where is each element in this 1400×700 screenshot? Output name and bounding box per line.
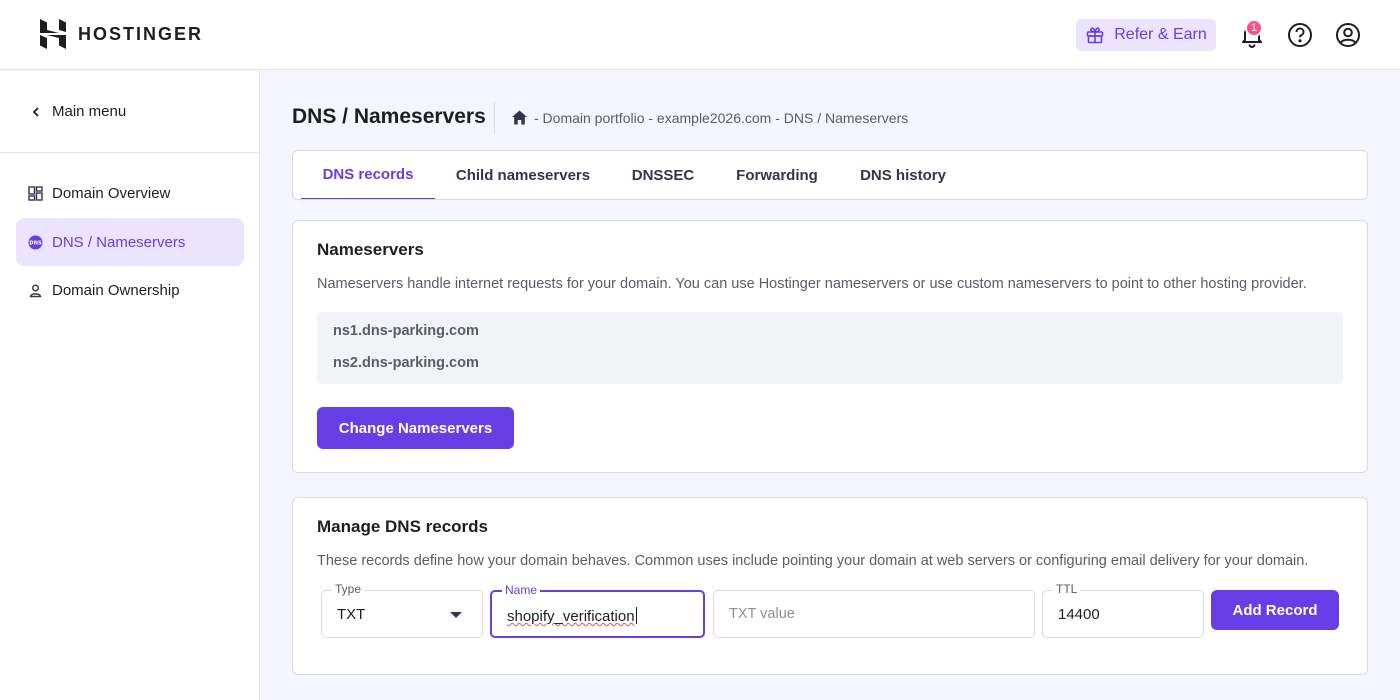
record-name-input[interactable]: Name shopify_verification xyxy=(490,583,705,638)
nameserver-1: ns1.dns-parking.com xyxy=(333,323,479,339)
nameservers-description: Nameservers handle internet requests for… xyxy=(317,276,1307,292)
brand-name: HOSTINGER xyxy=(78,23,204,44)
top-header: HOSTINGER Refer & Earn 1 xyxy=(0,0,1400,70)
gift-icon xyxy=(1086,27,1104,44)
nameservers-title: Nameservers xyxy=(317,240,424,259)
dns-icon: DNS xyxy=(28,235,43,249)
account-icon[interactable] xyxy=(1335,22,1361,48)
tab-dns-records[interactable]: DNS records xyxy=(301,151,435,199)
record-type-label: Type xyxy=(332,582,365,596)
dropdown-caret-icon xyxy=(450,612,462,618)
sidebar-item-dns-nameservers[interactable]: DNS DNS / Nameservers xyxy=(16,218,244,266)
breadcrumb: - Domain portfolio - example2026.com - D… xyxy=(511,109,908,126)
manage-dns-title: Manage DNS records xyxy=(317,517,488,536)
breadcrumb-path[interactable]: - Domain portfolio - example2026.com - D… xyxy=(534,110,908,126)
ttl-value: 14400 xyxy=(1058,606,1100,623)
notification-badge: 1 xyxy=(1245,19,1263,37)
page-title: DNS / Nameservers xyxy=(292,105,486,128)
txt-value-input[interactable]: TXT value xyxy=(713,590,1035,638)
user-icon xyxy=(29,284,42,297)
tab-dns-history[interactable]: DNS history xyxy=(845,151,961,199)
sidebar: Main menu Domain Overview DNS DNS / Name… xyxy=(0,71,260,700)
text-cursor xyxy=(635,607,637,624)
sidebar-item-domain-ownership[interactable]: Domain Ownership xyxy=(16,266,244,314)
hostinger-logo[interactable]: HOSTINGER xyxy=(40,19,203,49)
help-icon[interactable] xyxy=(1287,22,1313,48)
record-name-text: shopify_verification xyxy=(507,608,635,625)
sidebar-item-label: Domain Overview xyxy=(52,184,171,202)
tab-dnssec[interactable]: DNSSEC xyxy=(615,151,711,199)
refer-and-earn-label: Refer & Earn xyxy=(1114,26,1207,43)
nameserver-2: ns2.dns-parking.com xyxy=(333,355,479,371)
nameserver-list: ns1.dns-parking.com ns2.dns-parking.com xyxy=(317,312,1343,384)
grid-icon xyxy=(28,185,43,201)
record-name-label: Name xyxy=(502,583,541,597)
record-name-value: shopify_verification xyxy=(507,607,637,625)
sidebar-item-label: Domain Ownership xyxy=(52,281,180,299)
tab-forwarding[interactable]: Forwarding xyxy=(723,151,831,199)
hostinger-logo-icon xyxy=(40,19,66,49)
ttl-input[interactable]: TTL 14400 xyxy=(1042,582,1204,638)
refer-and-earn-button[interactable]: Refer & Earn xyxy=(1076,19,1216,51)
svg-text:DNS: DNS xyxy=(29,240,42,246)
main-menu-link[interactable]: Main menu xyxy=(0,71,260,153)
record-type-select[interactable]: Type TXT xyxy=(321,582,483,638)
change-nameservers-button[interactable]: Change Nameservers xyxy=(317,407,514,449)
ttl-label: TTL xyxy=(1053,582,1081,596)
nameservers-card: Nameservers Nameservers handle internet … xyxy=(292,220,1368,473)
sidebar-item-domain-overview[interactable]: Domain Overview xyxy=(16,169,244,217)
main-menu-label: Main menu xyxy=(52,103,127,120)
chevron-left-icon xyxy=(32,106,39,117)
home-icon[interactable] xyxy=(511,109,528,126)
add-record-button[interactable]: Add Record xyxy=(1211,590,1339,630)
record-type-value: TXT xyxy=(337,606,366,623)
title-divider xyxy=(494,102,495,134)
sidebar-item-label: DNS / Nameservers xyxy=(52,233,186,251)
tab-child-nameservers[interactable]: Child nameservers xyxy=(443,151,603,199)
manage-dns-description: These records define how your domain beh… xyxy=(317,553,1309,569)
manage-dns-card: Manage DNS records These records define … xyxy=(292,497,1368,675)
txt-value-placeholder: TXT value xyxy=(729,606,795,622)
dns-tabs: DNS records Child nameservers DNSSEC For… xyxy=(292,150,1368,200)
